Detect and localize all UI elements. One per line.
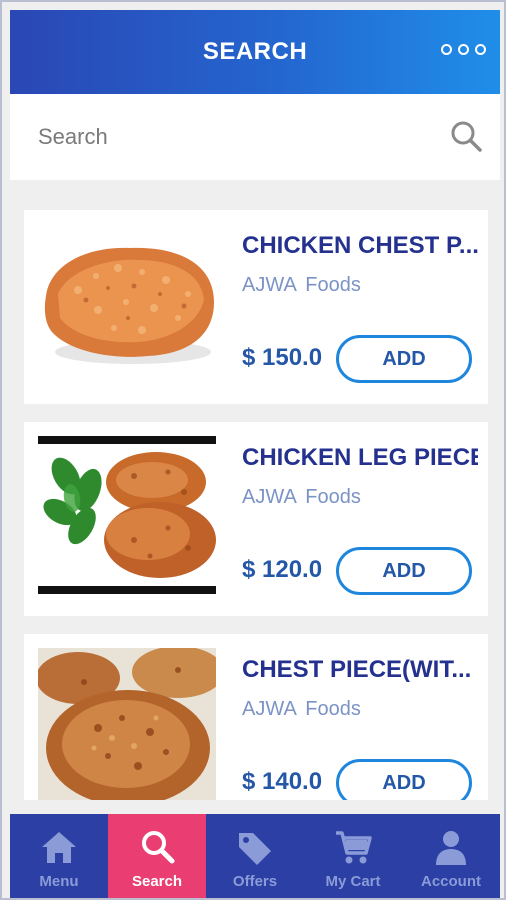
more-options-icon[interactable] bbox=[441, 44, 486, 55]
cart-icon bbox=[336, 831, 372, 864]
search-icon bbox=[142, 831, 175, 864]
item-price: $ 150.0 bbox=[242, 344, 323, 371]
nav-item-search[interactable]: Search bbox=[108, 814, 206, 898]
nav-label: Menu bbox=[39, 873, 79, 890]
nav-label: My Cart bbox=[325, 873, 381, 890]
nav-label: Offers bbox=[232, 873, 278, 890]
nav-item-menu[interactable]: Menu bbox=[10, 814, 108, 898]
search-input[interactable] bbox=[38, 120, 428, 154]
item-title: CHICKEN CHEST P... bbox=[242, 232, 478, 259]
item-vendor: AJWA Foods bbox=[242, 274, 361, 296]
item-title: CHEST PIECE(WIT... bbox=[242, 656, 472, 683]
list-item[interactable]: CHICKEN LEG PIECE AJWA Foods $ 120.0 ADD bbox=[24, 422, 488, 616]
home-icon bbox=[42, 832, 76, 863]
item-title: CHICKEN LEG PIECE bbox=[242, 444, 478, 471]
food-image bbox=[38, 436, 216, 594]
food-image bbox=[38, 648, 216, 800]
nav-item-offers[interactable]: Offers bbox=[206, 814, 304, 898]
page-title: SEARCH bbox=[202, 38, 308, 65]
tag-icon bbox=[239, 833, 271, 865]
nav-label: Account bbox=[421, 873, 481, 890]
item-vendor: AJWA Foods bbox=[242, 698, 361, 720]
list-item[interactable]: CHEST PIECE(WIT... AJWA Foods $ 140.0 AD… bbox=[24, 634, 488, 800]
nav-item-account[interactable]: Account bbox=[402, 814, 500, 898]
item-price: $ 120.0 bbox=[242, 556, 323, 583]
add-button[interactable]: ADD bbox=[336, 547, 472, 595]
list-item[interactable]: CHICKEN CHEST P... AJWA Foods $ 150.0 AD… bbox=[24, 210, 488, 404]
item-vendor: AJWA Foods bbox=[242, 486, 361, 508]
app-header: SEARCH bbox=[10, 10, 500, 94]
results-list: CHICKEN CHEST P... AJWA Foods $ 150.0 AD… bbox=[10, 180, 500, 800]
nav-label: Search bbox=[131, 873, 183, 890]
add-button[interactable]: ADD bbox=[336, 759, 472, 800]
app-frame: SEARCH Search CHICKEN CHEST P... AJWA Fo… bbox=[0, 0, 506, 900]
item-price: $ 140.0 bbox=[242, 768, 323, 795]
bottom-nav: Menu Search Offers My Cart Account bbox=[10, 814, 500, 898]
search-icon[interactable] bbox=[448, 118, 484, 154]
search-bar bbox=[10, 94, 500, 180]
food-image bbox=[38, 224, 216, 382]
person-icon bbox=[436, 831, 466, 865]
nav-item-my-cart[interactable]: My Cart bbox=[304, 814, 402, 898]
add-button[interactable]: ADD bbox=[336, 335, 472, 383]
